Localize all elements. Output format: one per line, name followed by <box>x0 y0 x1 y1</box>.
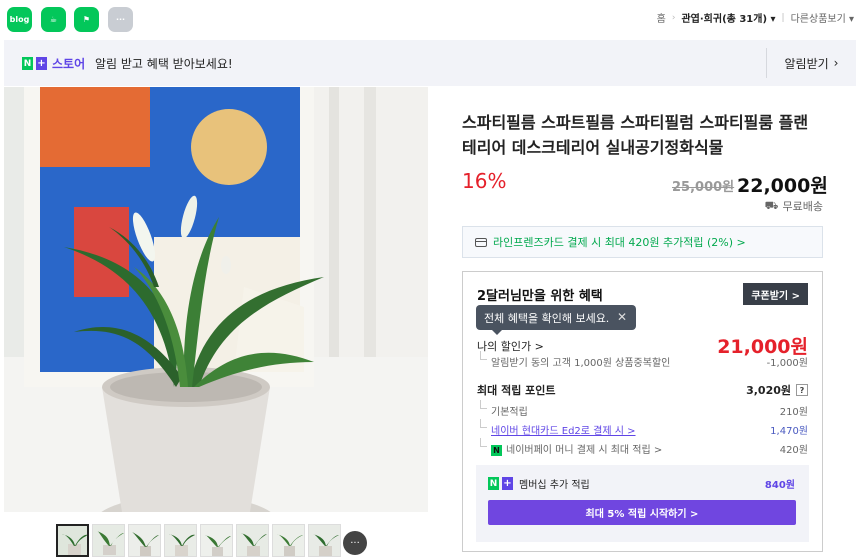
thumbnail-4[interactable] <box>164 524 197 557</box>
thumbnail-7[interactable] <box>272 524 305 557</box>
chevron-right-icon: › <box>833 56 839 70</box>
my-price-label[interactable]: 나의 할인가 > <box>477 338 544 354</box>
product-title: 스파티필름 스파트필름 스파티필럼 스파티필룸 플랜테리어 데스크테리어 실내공… <box>462 113 809 157</box>
discount-detail-row: 알림받기 동의 고객 1,000원 상품중복할인 -1,000원 <box>477 351 808 369</box>
blog-share-icon[interactable]: blog <box>7 7 32 32</box>
alarm-subscribe-button[interactable]: 알림받기 › <box>766 48 856 78</box>
naver-plus-store-logo: N + 스토어 <box>22 55 85 72</box>
card-benefit-banner[interactable]: 라인프렌즈카드 결제 시 최대 420원 추가적립 (2%) > <box>462 226 823 258</box>
points-total: 3,020원 ? <box>746 382 808 398</box>
store-alarm-banner: N + 스토어 알림 받고 혜택 받아보세요! 알림받기 › <box>4 40 856 86</box>
talk-share-icon[interactable]: ☕ <box>41 7 66 32</box>
discount-note: 알림받기 동의 고객 1,000원 상품중복할인 <box>477 351 670 369</box>
basic-points-label: 기본적립 <box>477 400 528 418</box>
basic-points-value: 210원 <box>779 407 808 418</box>
naver-n-icon: N <box>488 477 499 490</box>
membership-box: N + 멤버십 추가 적립 840원 최대 5% 적립 시작하기 > <box>476 465 809 542</box>
hyundai-card-row: 네이버 현대카드 Ed2로 결제 시 > 1,470원 <box>477 419 808 437</box>
credit-card-icon <box>475 237 487 247</box>
membership-start-button[interactable]: 최대 5% 적립 시작하기 > <box>488 500 796 525</box>
bookmark-share-icon[interactable]: ⚑ <box>74 7 99 32</box>
benefit-heading: 2달러님만을 위한 혜택 <box>477 289 603 304</box>
breadcrumb-category[interactable]: 관엽·희귀(총 31개) ▾ <box>681 10 775 25</box>
shipping-info: ⛟ 무료배송 <box>764 198 823 214</box>
thumbnail-5[interactable] <box>200 524 233 557</box>
hyundai-card-link[interactable]: 네이버 현대카드 Ed2로 결제 시 > <box>477 419 636 437</box>
npay-value: 420원 <box>779 445 808 456</box>
basic-points-row: 기본적립 210원 <box>477 400 808 418</box>
membership-label: N + 멤버십 추가 적립 <box>488 477 590 491</box>
hyundai-card-value: 1,470원 <box>770 426 808 437</box>
membership-value: 840원 <box>764 480 795 491</box>
help-icon[interactable]: ? <box>796 384 808 396</box>
product-main-image[interactable] <box>4 87 428 512</box>
truck-icon: ⛟ <box>764 198 779 212</box>
breadcrumb: 홈 › 관엽·희귀(총 31개) ▾ | 다른상품보기 ▾ <box>657 10 854 26</box>
plus-icon: + <box>36 57 47 70</box>
thumbnail-3[interactable] <box>128 524 161 557</box>
naver-n-icon: N <box>22 57 33 70</box>
benefit-panel: 2달러님만을 위한 혜택 쿠폰받기 > 전체 혜택을 확인해 보세요. ✕ 나의… <box>462 271 823 552</box>
top-bar: blog ☕ ⚑ ··· 홈 › 관엽·희귀(총 31개) ▾ | 다른상품보기… <box>0 0 860 38</box>
points-label: 최대 적립 포인트 <box>477 384 556 397</box>
thumbnail-strip <box>56 524 341 559</box>
other-products-link[interactable]: 다른상품보기 ▾ <box>791 10 854 25</box>
thumbnail-8[interactable] <box>308 524 341 557</box>
discount-value: -1,000원 <box>766 358 808 369</box>
close-icon[interactable]: ✕ <box>617 310 627 324</box>
more-images-icon[interactable]: ··· <box>343 531 367 555</box>
thumbnail-2[interactable] <box>92 524 125 557</box>
thumbnail-6[interactable] <box>236 524 269 557</box>
coupon-button[interactable]: 쿠폰받기 > <box>743 283 808 305</box>
npay-link[interactable]: N 네이버페이 머니 결제 시 최대 적립 > <box>477 438 662 456</box>
npay-row: N 네이버페이 머니 결제 시 최대 적립 > 420원 <box>477 438 808 456</box>
breadcrumb-home[interactable]: 홈 <box>657 10 666 25</box>
original-price: 25,000원 <box>672 180 735 195</box>
chevron-right-icon: › <box>671 12 676 23</box>
plus-icon: + <box>502 477 513 490</box>
sale-price: 22,000원 <box>737 175 828 197</box>
thumbnail-1[interactable] <box>56 524 89 557</box>
more-share-icon[interactable]: ··· <box>108 7 133 32</box>
divider: | <box>781 12 785 23</box>
points-row: 최대 적립 포인트 3,020원 ? <box>477 382 808 398</box>
npay-icon: N <box>491 444 502 456</box>
store-message: 알림 받고 혜택 받아보세요! <box>95 57 233 71</box>
discount-rate: 16% <box>462 169 507 193</box>
store-label: 스토어 <box>52 57 86 71</box>
benefit-tooltip: 전체 혜택을 확인해 보세요. ✕ <box>476 305 636 335</box>
